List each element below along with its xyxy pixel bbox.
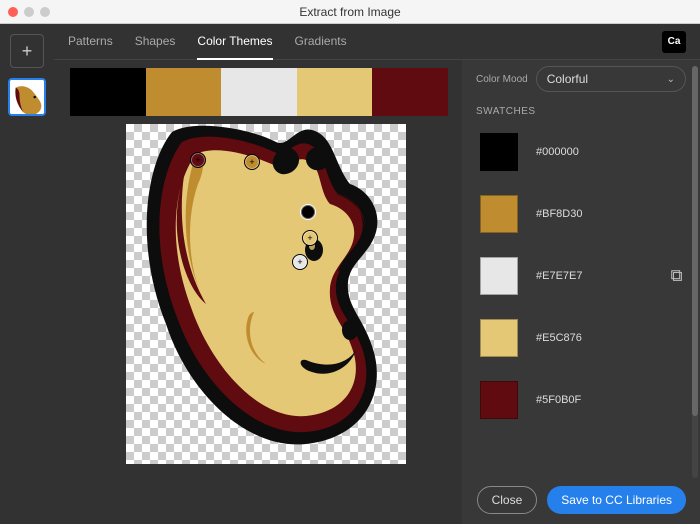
color-picker-handle[interactable]: + [292, 254, 308, 270]
swatch-row[interactable]: #E7E7E7 [476, 245, 686, 307]
swatch-row[interactable]: #E5C876 [476, 307, 686, 369]
palette-swatch[interactable] [297, 68, 373, 116]
source-image-canvas[interactable]: + + + + + [126, 124, 406, 464]
window-maximize-button[interactable] [40, 7, 50, 17]
color-mood-label: Color Mood [476, 74, 528, 85]
window-close-button[interactable] [8, 7, 18, 17]
swatch-hex-label: #E7E7E7 [536, 270, 582, 282]
plus-icon: + [303, 231, 317, 245]
save-to-cc-libraries-button[interactable]: Save to CC Libraries [547, 486, 686, 514]
palette-swatch[interactable] [221, 68, 297, 116]
swatch-chip[interactable] [480, 319, 518, 357]
mode-tabs: Patterns Shapes Color Themes Gradients C… [54, 24, 700, 60]
window-title: Extract from Image [0, 5, 700, 19]
swatches-panel: Color Mood Colorful ⌄ SWATCHES #000000 #B… [462, 60, 700, 524]
plus-icon: + [301, 205, 315, 219]
palette-swatch[interactable] [146, 68, 222, 116]
swatch-chip[interactable] [480, 195, 518, 233]
color-picker-handle[interactable]: + [302, 230, 318, 246]
title-bar: Extract from Image [0, 0, 700, 24]
swatch-chip[interactable] [480, 257, 518, 295]
tab-shapes[interactable]: Shapes [135, 24, 176, 60]
source-image-thumbnail[interactable] [8, 78, 46, 116]
swatch-chip[interactable] [480, 133, 518, 171]
capture-app-badge[interactable]: Ca [662, 31, 686, 53]
color-picker-handle[interactable]: + [300, 204, 316, 220]
plus-icon: + [191, 153, 205, 167]
plus-icon: + [245, 155, 259, 169]
color-mood-value: Colorful [547, 72, 588, 86]
swatch-row[interactable]: #5F0B0F [476, 369, 686, 431]
window-minimize-button[interactable] [24, 7, 34, 17]
swatch-chip[interactable] [480, 381, 518, 419]
tab-color-themes[interactable]: Color Themes [197, 24, 272, 60]
extracted-palette [70, 68, 448, 116]
palette-swatch[interactable] [70, 68, 146, 116]
color-picker-handle[interactable]: + [244, 154, 260, 170]
tab-patterns[interactable]: Patterns [68, 24, 113, 60]
swatch-hex-label: #000000 [536, 146, 579, 158]
color-picker-handle[interactable]: + [190, 152, 206, 168]
chevron-down-icon: ⌄ [667, 74, 675, 85]
close-button[interactable]: Close [477, 486, 538, 514]
swatch-row[interactable]: #000000 [476, 121, 686, 183]
swatch-hex-label: #5F0B0F [536, 394, 581, 406]
color-mood-select[interactable]: Colorful ⌄ [536, 66, 686, 92]
tab-gradients[interactable]: Gradients [295, 24, 347, 60]
swatch-hex-label: #E5C876 [536, 332, 582, 344]
copy-icon[interactable] [670, 269, 684, 283]
swatches-header: SWATCHES [476, 106, 686, 117]
swatch-hex-label: #BF8D30 [536, 208, 582, 220]
thumbnail-sidebar: + [0, 24, 54, 524]
add-image-button[interactable]: + [10, 34, 44, 68]
swatch-row[interactable]: #BF8D30 [476, 183, 686, 245]
panel-scrollbar[interactable] [692, 66, 698, 478]
palette-swatch[interactable] [372, 68, 448, 116]
plus-icon: + [293, 255, 307, 269]
